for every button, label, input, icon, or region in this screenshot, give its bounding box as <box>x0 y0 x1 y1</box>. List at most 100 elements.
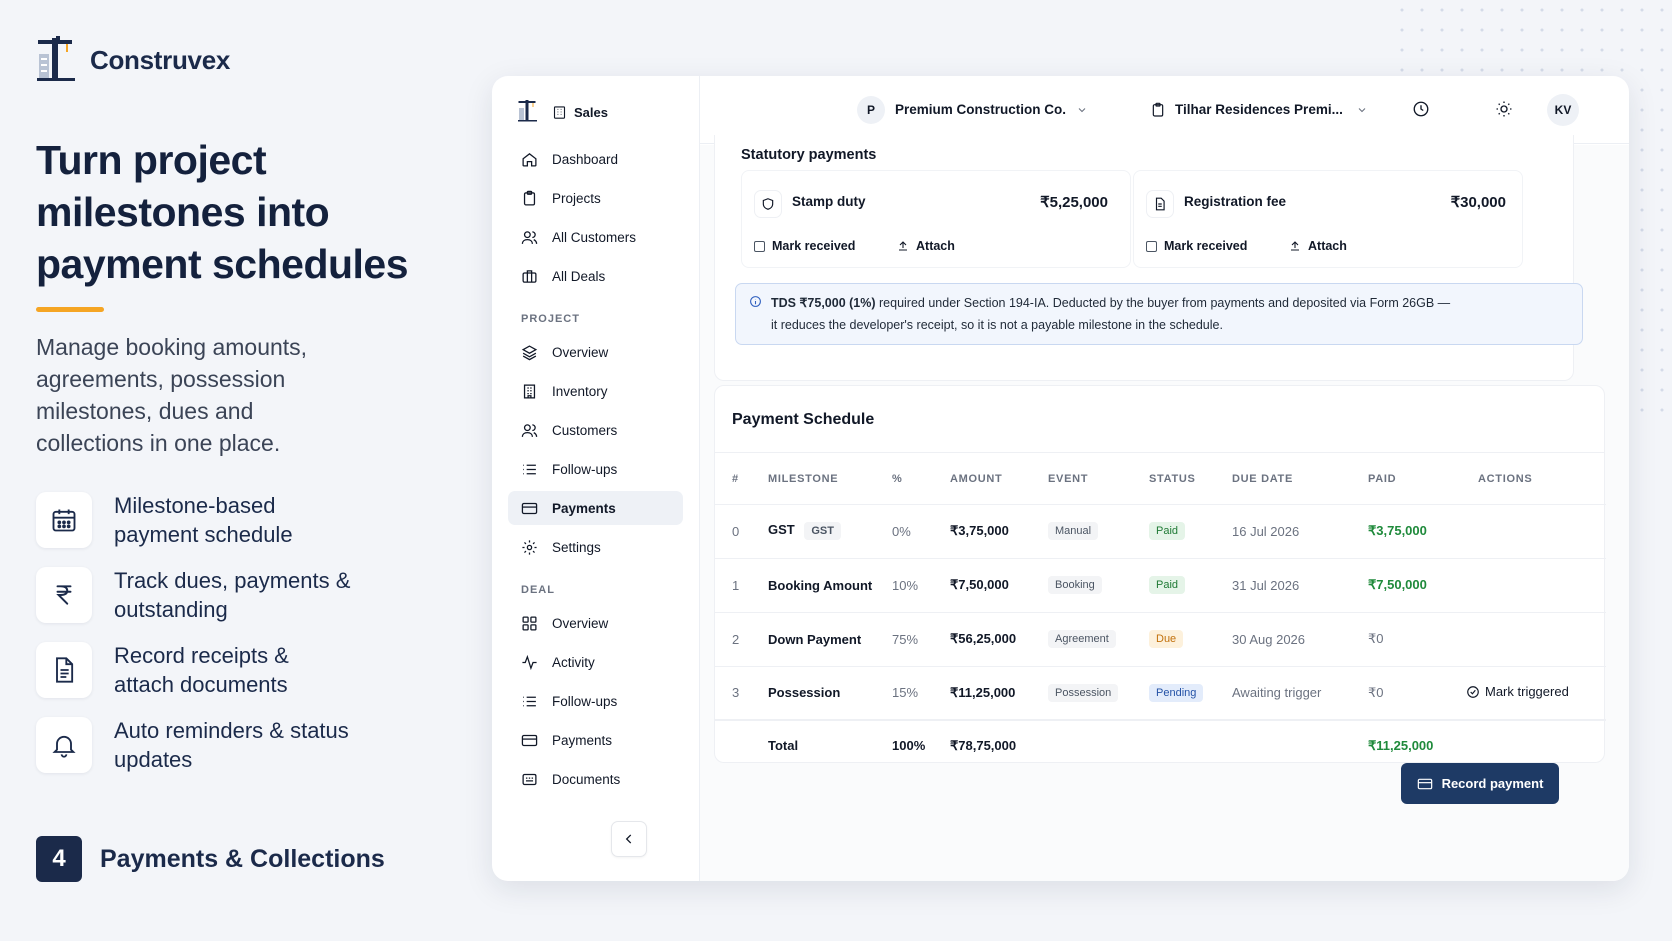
column-header: DUE DATE <box>1232 454 1368 505</box>
sidebar-item-inventory[interactable]: Inventory <box>508 374 683 408</box>
accent-underline <box>36 307 104 312</box>
sidebar-item-label: Inventory <box>552 383 608 399</box>
table-row[interactable]: 3 Possession 15% ₹11,25,000 Possession P… <box>715 666 1606 721</box>
sidebar-item-activity[interactable]: Activity <box>508 645 683 679</box>
event-cell: Manual <box>1048 504 1149 559</box>
topbar: P Premium Construction Co. Tilhar Reside… <box>700 76 1629 144</box>
sidebar-item-label: Settings <box>552 539 601 555</box>
module-switcher[interactable]: Sales <box>552 105 608 120</box>
milestone-tag: GST <box>804 522 841 540</box>
sidebar-item-label: All Deals <box>552 268 606 284</box>
shield-icon <box>754 190 782 218</box>
home-icon <box>522 152 537 167</box>
brand-name: Construvex <box>90 45 231 75</box>
list-icon <box>523 464 536 474</box>
sidebar-nav-project: Overview Inventory Customers Follow-ups … <box>492 335 699 564</box>
fee-amount: ₹30,000 <box>1450 194 1506 211</box>
calendar-icon <box>36 491 92 548</box>
status-badge: Pending <box>1149 683 1204 702</box>
sidebar-item-follow-ups[interactable]: Follow-ups <box>508 452 683 486</box>
attach-button[interactable]: Attach <box>897 239 955 253</box>
org-switcher[interactable]: P Premium Construction Co. <box>857 95 1088 124</box>
status-cell: Due <box>1149 612 1232 667</box>
clipboard-icon <box>523 190 536 206</box>
due-date-cell: 16 Jul 2026 <box>1232 504 1368 559</box>
upload-icon <box>899 241 907 251</box>
percent-cell: 75% <box>892 612 950 667</box>
total-percent: 100% <box>892 738 926 753</box>
row-index: 3 <box>715 666 768 721</box>
sidebar-item-label: Activity <box>552 654 595 670</box>
bell-icon <box>36 716 92 773</box>
tds-info-banner: TDS ₹75,000 (1%) required under Section … <box>735 283 1583 345</box>
sidebar-item-label: Payments <box>552 732 613 748</box>
activity-icon <box>522 654 537 670</box>
sidebar-item-projects[interactable]: Projects <box>508 181 683 215</box>
project-switcher[interactable]: Tilhar Residences Premi... <box>1150 102 1368 118</box>
org-name: Premium Construction Co. <box>895 102 1067 117</box>
mark-received-checkbox[interactable]: Mark received <box>1146 239 1247 253</box>
sidebar-item-documents[interactable]: Documents <box>508 762 683 796</box>
sidebar-item-customers[interactable]: Customers <box>508 413 683 447</box>
due-date-cell: 31 Jul 2026 <box>1232 558 1368 613</box>
documents-icon <box>522 773 537 785</box>
rupee-icon <box>36 566 92 623</box>
table-row[interactable]: 0 GST GST 0% ₹3,75,000 Manual Paid 16 Ju… <box>715 504 1606 559</box>
column-header: MILESTONE <box>768 454 892 505</box>
feature-item: Milestone-based payment schedule <box>36 482 354 557</box>
feature-item: Track dues, payments & outstanding <box>36 557 354 632</box>
sidebar-item-all-customers[interactable]: All Customers <box>508 220 683 254</box>
sidebar-item-payments[interactable]: Payments <box>508 491 683 525</box>
sidebar-item-project-overview[interactable]: Overview <box>508 335 683 369</box>
total-empty <box>1048 720 1149 770</box>
milestone-name: GST <box>768 522 795 537</box>
crane-logo-icon <box>516 98 538 127</box>
mark-triggered-button[interactable]: Mark triggered <box>1466 684 1569 699</box>
row-index: 0 <box>715 504 768 559</box>
row-index: 2 <box>715 612 768 667</box>
sidebar-item-all-deals[interactable]: All Deals <box>508 259 683 293</box>
org-avatar: P <box>857 95 885 124</box>
sidebar-item-label: Documents <box>552 771 621 787</box>
sidebar-item-deal-overview[interactable]: Overview <box>508 606 683 640</box>
app-window: Sales Dashboard Projects All Customers A… <box>492 76 1629 881</box>
step-indicator: 4 Payments & Collections <box>36 836 385 882</box>
table-row[interactable]: 2 Down Payment 75% ₹56,25,000 Agreement … <box>715 612 1606 667</box>
chevron-down-icon <box>1078 107 1086 112</box>
layers-icon <box>521 344 538 360</box>
briefcase-icon <box>522 269 537 283</box>
event-chip: Manual <box>1048 522 1099 540</box>
event-cell: Booking <box>1048 558 1149 613</box>
due-date-cell: Awaiting trigger <box>1232 666 1368 721</box>
sidebar-item-dashboard[interactable]: Dashboard <box>508 142 683 176</box>
theme-toggle-icon[interactable] <box>1495 100 1513 123</box>
fee-card-registration-fee: Registration fee ₹30,000 Mark received A… <box>1133 170 1523 268</box>
table-row[interactable]: 1 Booking Amount 10% ₹7,50,000 Booking P… <box>715 558 1606 613</box>
user-avatar[interactable]: KV <box>1547 94 1579 126</box>
mark-received-checkbox[interactable]: Mark received <box>754 239 855 253</box>
column-header: EVENT <box>1048 454 1149 505</box>
attach-button[interactable]: Attach <box>1289 239 1347 253</box>
check-circle-icon <box>1467 685 1479 698</box>
sidebar-item-settings[interactable]: Settings <box>508 530 683 564</box>
event-cell: Possession <box>1048 666 1149 721</box>
users-icon <box>521 423 538 437</box>
history-icon[interactable] <box>1412 100 1430 123</box>
total-amount: ₹78,75,000 <box>950 737 1017 753</box>
sidebar: Sales Dashboard Projects All Customers A… <box>492 76 700 881</box>
collapse-sidebar-button[interactable] <box>611 821 647 857</box>
attach-label: Attach <box>1308 239 1347 253</box>
statutory-payments-card: Statutory payments Stamp duty ₹5,25,000 … <box>714 135 1583 381</box>
content-area: Statutory payments Stamp duty ₹5,25,000 … <box>700 135 1629 881</box>
event-cell: Agreement <box>1048 612 1149 667</box>
record-payment-button[interactable]: Record payment <box>1401 763 1559 804</box>
sidebar-item-deal-payments[interactable]: Payments <box>508 723 683 757</box>
milestone-name: Booking Amount <box>768 558 892 613</box>
building-icon <box>553 105 566 119</box>
feature-text: Milestone-based payment schedule <box>114 492 293 547</box>
paid-cell: ₹3,75,000 <box>1368 504 1464 559</box>
feature-item: Record receipts & attach documents <box>36 632 354 707</box>
divider <box>715 452 1604 453</box>
sidebar-item-deal-follow-ups[interactable]: Follow-ups <box>508 684 683 718</box>
sidebar-item-label: Follow-ups <box>552 693 618 709</box>
